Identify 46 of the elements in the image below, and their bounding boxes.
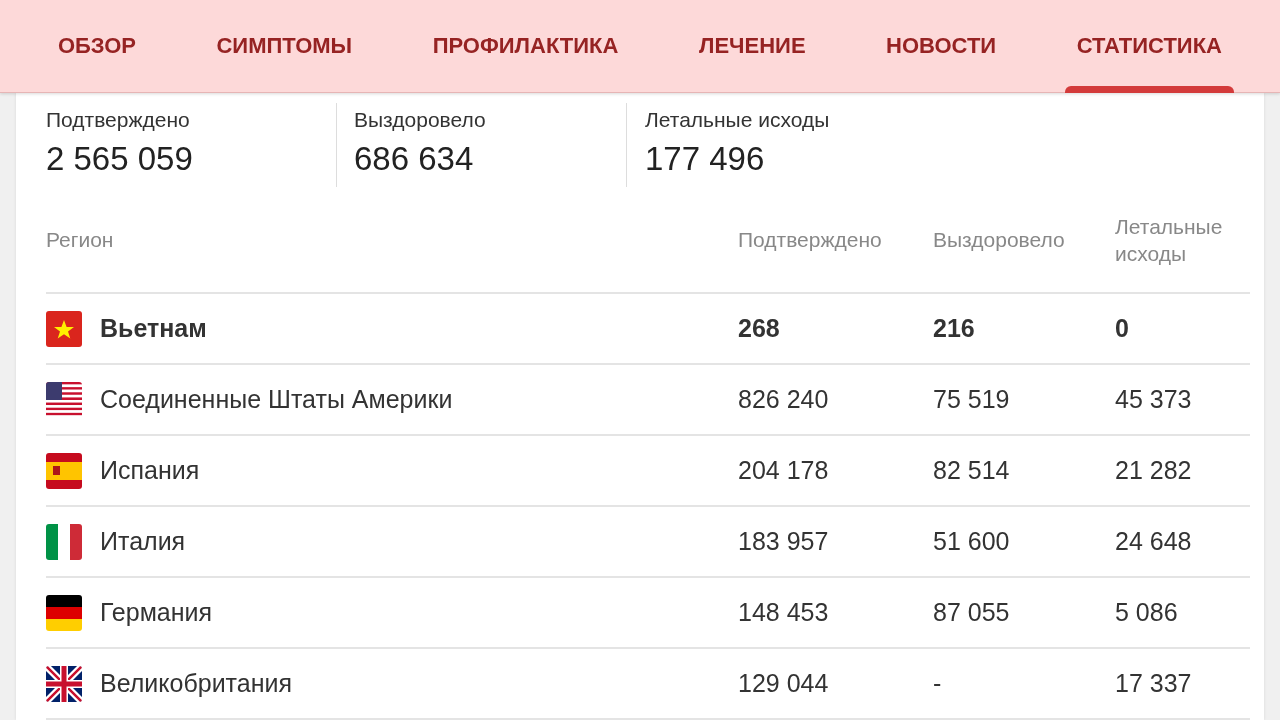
table-cell-text: 24 648 — [1115, 528, 1193, 555]
stat-label: Подтверждено — [46, 108, 191, 132]
column-header: Регион — [46, 227, 115, 252]
region-name: Италия — [100, 527, 186, 556]
column-header: Летальные исходы — [1115, 213, 1224, 267]
nav-tab[interactable]: ПРОФИЛАКТИКА — [412, 0, 639, 92]
table-cell-text: 129 044 — [738, 669, 830, 698]
table-cell-text: 21 282 — [1115, 457, 1193, 484]
region-name: Вьетнам — [100, 314, 207, 343]
table-cell-text: 75 519 — [933, 385, 1011, 414]
table-cell-text: 148 453 — [738, 598, 830, 627]
stat-label: Летальные исходы — [645, 108, 830, 132]
flag-icon — [46, 381, 82, 418]
table-cell-text: 204 178 — [738, 456, 830, 485]
flag-icon — [46, 310, 82, 347]
table-cell-text: 826 240 — [738, 385, 830, 414]
table-cell-text: 87 055 — [933, 598, 1011, 627]
region-name: Соединенные Штаты Америки — [100, 385, 453, 414]
table-cell-text: 82 514 — [933, 456, 1011, 485]
table-cell-text: 51 600 — [933, 527, 1011, 556]
stat-value: 2 565 059 — [46, 140, 194, 178]
nav-tab[interactable]: ЛЕЧЕНИЕ — [678, 0, 826, 92]
stat-value: 177 496 — [645, 140, 766, 178]
nav-tab[interactable]: НОВОСТИ — [866, 0, 1017, 92]
table-cell-text: - — [933, 669, 943, 698]
flag-icon — [46, 594, 82, 631]
flag-icon — [46, 452, 82, 489]
nav-tab[interactable]: СИМПТОМЫ — [196, 0, 373, 92]
column-header: Подтверждено — [738, 227, 883, 252]
table-cell-text: 45 373 — [1115, 386, 1193, 413]
region-name: Испания — [100, 456, 200, 485]
flag-icon — [46, 665, 82, 702]
table-cell-text: 17 337 — [1115, 670, 1193, 697]
stat-value: 686 634 — [354, 140, 475, 178]
region-name: Германия — [100, 598, 213, 627]
table-cell-text: 0 — [1115, 315, 1130, 342]
column-header: Выздоровело — [933, 227, 1066, 252]
nav-tab[interactable]: СТАТИСТИКА — [1056, 0, 1242, 92]
table-cell-text: 268 — [738, 314, 781, 343]
stat-label: Выздоровело — [354, 108, 487, 132]
table-cell-text: 216 — [933, 314, 976, 343]
table-cell-text: 183 957 — [738, 527, 830, 556]
flag-icon — [46, 523, 82, 560]
table-cell-text: 5 086 — [1115, 599, 1179, 626]
region-name: Великобритания — [100, 669, 292, 698]
nav-tab[interactable]: ОБЗОР — [38, 0, 156, 92]
